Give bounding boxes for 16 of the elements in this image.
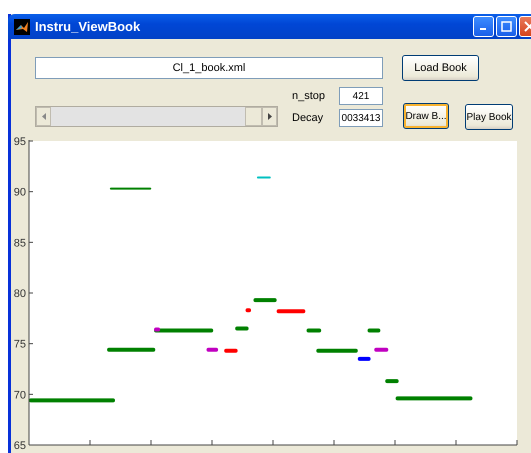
window-title: Instru_ViewBook bbox=[35, 19, 142, 34]
y-tick-label: 80 bbox=[14, 288, 26, 300]
n-stop-field[interactable]: 421 bbox=[339, 87, 383, 105]
load-book-button[interactable]: Load Book bbox=[402, 55, 479, 81]
decay-label: Decay bbox=[292, 112, 324, 124]
file-name-field[interactable]: Cl_1_book.xml bbox=[35, 57, 383, 79]
decay-field[interactable]: 0033413 bbox=[339, 109, 383, 127]
y-tick-label: 85 bbox=[14, 237, 26, 250]
y-tick-label: 75 bbox=[14, 338, 26, 351]
y-tick-label: 95 bbox=[14, 136, 26, 148]
n-stop-label: n_stop bbox=[292, 90, 326, 102]
y-tick-label: 90 bbox=[14, 186, 26, 199]
play-book-button[interactable]: Play Book bbox=[465, 104, 513, 130]
draw-book-button[interactable]: Draw B... bbox=[403, 103, 449, 129]
y-tick-label: 65 bbox=[14, 440, 26, 452]
y-tick-label: 70 bbox=[14, 389, 26, 402]
